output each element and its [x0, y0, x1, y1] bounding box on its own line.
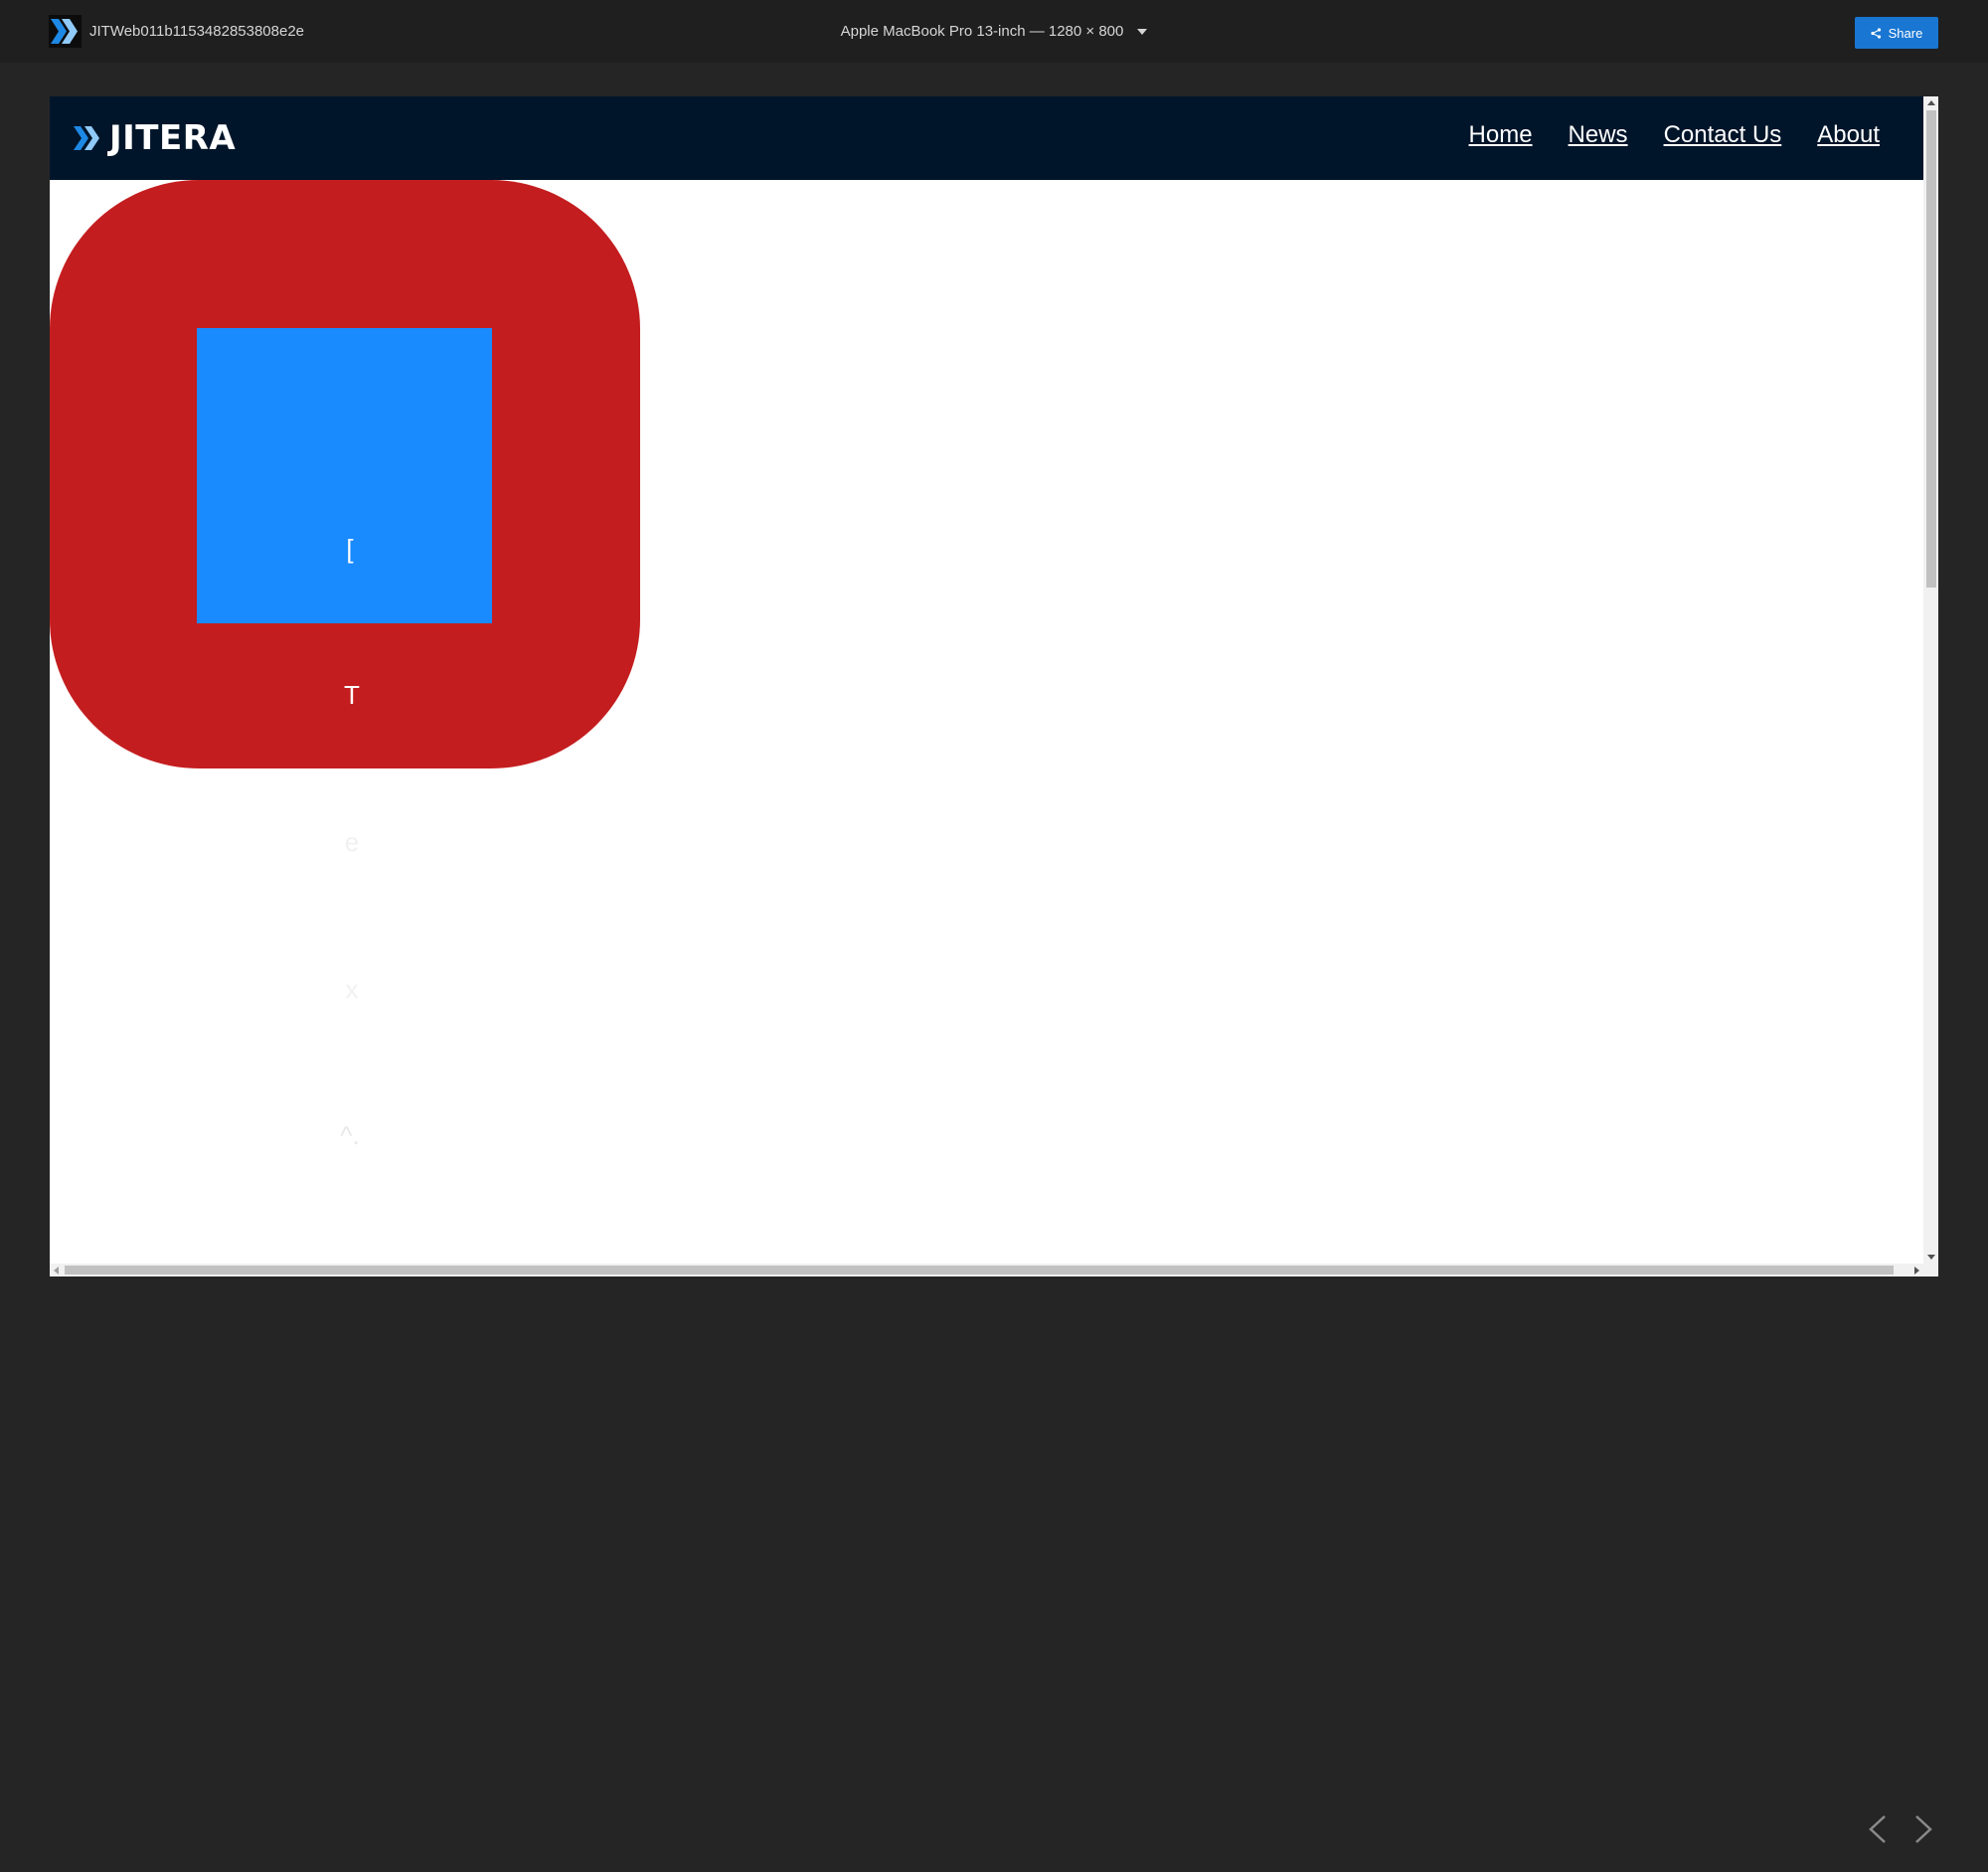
nav-link-news[interactable]: News [1569, 120, 1628, 150]
scroll-left-icon[interactable] [54, 1267, 59, 1275]
jitera-chevrons-icon[interactable] [49, 15, 82, 48]
share-label: Share [1888, 25, 1923, 41]
chevron-right-icon [1915, 1815, 1932, 1843]
share-button[interactable]: Share [1855, 17, 1938, 49]
previous-button[interactable] [1863, 1811, 1893, 1847]
glyph-text: T [344, 680, 360, 710]
nav-link-about[interactable]: About [1817, 120, 1880, 150]
share-icon [1871, 27, 1881, 39]
horizontal-scrollbar[interactable] [50, 1264, 1938, 1276]
preview-frame: JITERA Home News Contact Us About [ T e … [50, 96, 1938, 1276]
vertical-scroll-thumb[interactable] [1926, 110, 1936, 588]
chevron-down-icon [1137, 29, 1148, 35]
nav-link-home[interactable]: Home [1469, 120, 1533, 150]
site-nav: Home News Contact Us About [1469, 120, 1880, 150]
toolbar: JITWeb011b1153482853808e2e Apple MacBook… [0, 0, 1988, 63]
vertical-scrollbar[interactable] [1923, 96, 1938, 1264]
jitera-logo-icon [74, 126, 99, 150]
site-header: JITERA Home News Contact Us About [50, 96, 1923, 180]
glyph-text: ^. [340, 1120, 360, 1150]
blue-square [197, 328, 492, 623]
nav-link-contact-us[interactable]: Contact Us [1664, 120, 1782, 150]
device-label: Apple MacBook Pro 13-inch — 1280 × 800 [840, 23, 1124, 40]
scroll-up-icon[interactable] [1927, 100, 1935, 105]
scroll-right-icon[interactable] [1914, 1267, 1919, 1275]
brand-name: JITERA [109, 118, 237, 158]
next-button[interactable] [1908, 1811, 1938, 1847]
project-name: JITWeb011b1153482853808e2e [89, 23, 305, 40]
chevron-left-icon [1869, 1815, 1886, 1843]
scroll-down-icon[interactable] [1927, 1255, 1935, 1260]
brand-logo[interactable]: JITERA [74, 118, 236, 158]
horizontal-scroll-thumb[interactable] [65, 1266, 1894, 1275]
glyph-text: e [344, 827, 360, 857]
glyph-text: x [345, 974, 359, 1004]
device-select[interactable]: Apple MacBook Pro 13-inch — 1280 × 800 [825, 20, 1163, 44]
glyph-text: [ [346, 534, 354, 564]
